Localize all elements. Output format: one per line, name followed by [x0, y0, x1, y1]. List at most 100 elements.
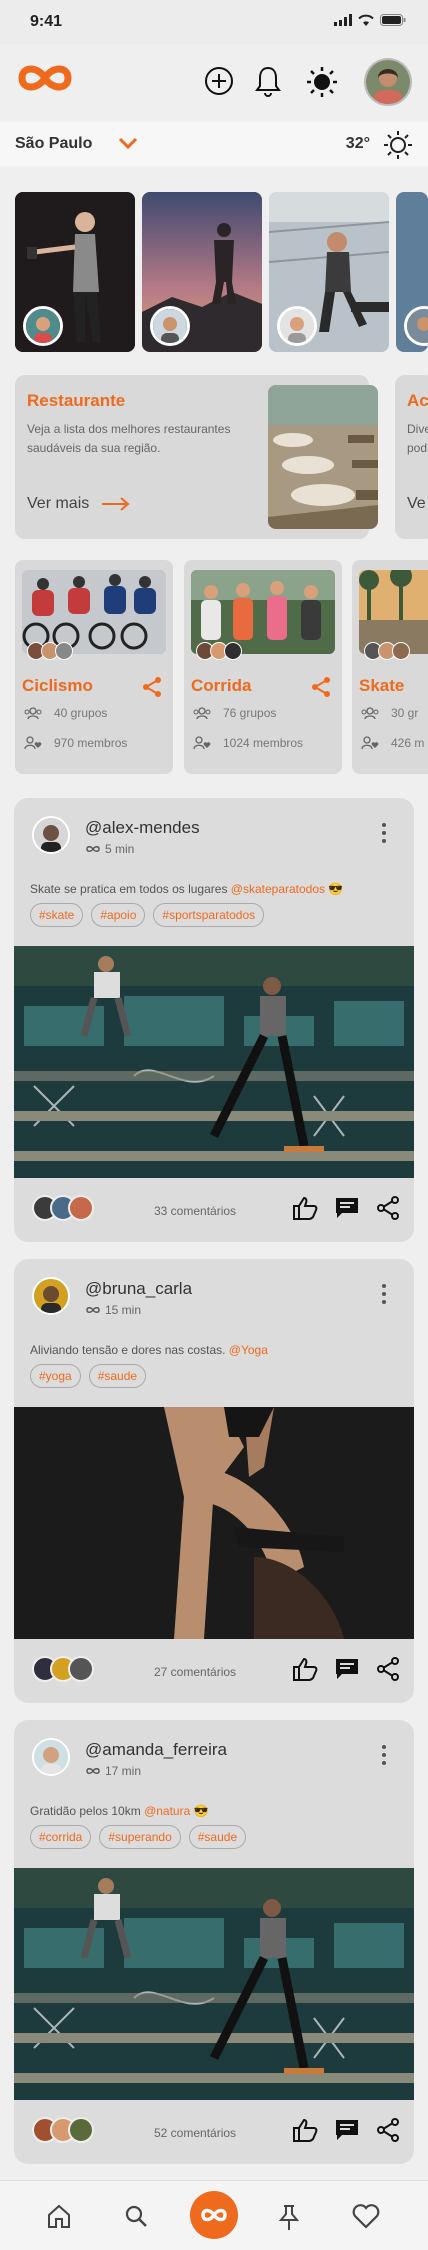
feed-post: @amanda_ferreira 17 min Gratidão pelos 1… [14, 1720, 414, 2164]
hashtag[interactable]: #corrida [30, 1825, 92, 1849]
promo-card[interactable]: Ac Dive pod Ve [395, 375, 428, 539]
home-feed-button[interactable] [190, 2191, 238, 2239]
post-photo [14, 1407, 414, 1639]
more-options-icon[interactable] [382, 823, 388, 847]
story-item[interactable] [142, 192, 262, 352]
theme-toggle-sun-icon[interactable] [306, 66, 338, 98]
hashtag[interactable]: #superando [99, 1825, 181, 1849]
heart-icon[interactable] [352, 2203, 380, 2229]
bell-icon[interactable] [254, 65, 282, 97]
caption-text: Gratidão pelos 10km [30, 1804, 145, 1818]
location-bar: São Paulo 32° [0, 122, 428, 166]
caption-mention[interactable]: @Yoga [229, 1343, 268, 1357]
post-actions [292, 1657, 400, 1681]
post-actions [292, 2118, 400, 2142]
comment-icon[interactable] [334, 1657, 360, 1681]
promo-title: Ac [407, 391, 428, 410]
post-time: 15 min [85, 1303, 141, 1317]
member-avatar [55, 642, 73, 660]
see-more-link[interactable]: Ver mais [27, 495, 131, 513]
post-author-avatar[interactable] [32, 1738, 70, 1776]
post-username[interactable]: @bruna_carla [85, 1279, 192, 1299]
sport-card-corrida[interactable]: Corrida 76 grupos 1024 membros [184, 560, 342, 774]
pin-icon[interactable] [277, 2203, 301, 2231]
comments-count[interactable]: 52 comentários [154, 2126, 236, 2140]
share-icon[interactable] [310, 676, 332, 698]
post-username[interactable]: @amanda_ferreira [85, 1740, 227, 1760]
top-app-bar [0, 44, 428, 122]
like-icon[interactable] [292, 1657, 318, 1681]
members-count-row: 970 membros [24, 736, 127, 750]
post-author-avatar[interactable] [32, 1277, 70, 1315]
comments-count[interactable]: 33 comentários [154, 1204, 236, 1218]
share-icon[interactable] [376, 1196, 400, 1220]
post-time-label: 17 min [105, 1764, 142, 1778]
story-avatar [404, 306, 428, 346]
hashtag[interactable]: #apoio [91, 903, 146, 927]
groups-count-row: 76 grupos [193, 706, 276, 720]
sport-card-skate[interactable]: Skate 30 gr 426 m [352, 560, 428, 774]
sport-image [359, 570, 428, 654]
story-item[interactable] [15, 192, 135, 352]
post-username[interactable]: @alex-mendes [85, 818, 200, 838]
group-icon [193, 707, 211, 719]
share-icon[interactable] [376, 2118, 400, 2142]
post-time: 17 min [85, 1764, 141, 1778]
liker-avatar [68, 2117, 94, 2143]
infinity-small-icon [86, 1768, 100, 1774]
liker-avatar [68, 1195, 94, 1221]
post-author-avatar[interactable] [32, 816, 70, 854]
like-icon[interactable] [292, 2118, 318, 2142]
post-caption: Gratidão pelos 10km @natura 😎 [30, 1804, 209, 1818]
story-item[interactable] [269, 192, 389, 352]
feed-post: @alex-mendes 5 min Skate se pratica em t… [14, 798, 414, 1242]
hashtag[interactable]: #saude [188, 1825, 247, 1849]
sport-image [191, 570, 335, 654]
hashtag[interactable]: #sportsparatodos [153, 903, 265, 927]
sport-title: Ciclismo [22, 676, 93, 695]
post-footer: 52 comentários [14, 2100, 414, 2164]
comment-icon[interactable] [334, 1196, 360, 1220]
city-selector[interactable]: São Paulo [15, 135, 92, 153]
comments-count[interactable]: 27 comentários [154, 1665, 236, 1679]
caption-mention[interactable]: @skateparatodos [231, 882, 325, 896]
sport-card-ciclismo[interactable]: Ciclismo 40 grupos 970 membros [15, 560, 173, 774]
group-icon [361, 707, 379, 719]
comment-icon[interactable] [334, 2118, 360, 2142]
promo-card[interactable]: Restaurante Veja a lista dos melhores re… [15, 375, 378, 539]
groups-count: 40 grupos [54, 706, 108, 720]
feed-post: @bruna_carla 15 min Aliviando tensão e d… [14, 1259, 414, 1703]
hashtag[interactable]: #skate [30, 903, 84, 927]
see-more-label: Ve [407, 495, 426, 512]
hashtag[interactable]: #yoga [30, 1364, 81, 1388]
see-more-link[interactable]: Ve [407, 495, 426, 513]
add-post-icon[interactable] [204, 66, 234, 96]
search-icon[interactable] [123, 2203, 149, 2229]
story-item[interactable] [396, 192, 428, 352]
promo-description: Dive pod [407, 422, 428, 455]
infinity-small-icon [86, 1307, 100, 1313]
infinity-small-icon [86, 846, 100, 852]
share-icon[interactable] [376, 1657, 400, 1681]
post-caption: Skate se pratica em todos os lugares @sk… [30, 882, 343, 896]
promo-title: Restaurante [27, 391, 126, 410]
restaurant-image [268, 385, 378, 529]
home-icon[interactable] [46, 2203, 72, 2229]
infinity-logo-icon[interactable] [14, 62, 76, 94]
groups-count: 76 grupos [223, 706, 277, 720]
share-icon[interactable] [141, 676, 163, 698]
infinity-icon [201, 2208, 227, 2222]
hashtag[interactable]: #saude [88, 1364, 147, 1388]
groups-count: 30 gr [391, 706, 419, 720]
groups-count-row: 40 grupos [24, 706, 107, 720]
members-count-row: 1024 membros [193, 736, 303, 750]
profile-avatar[interactable] [364, 58, 412, 106]
more-options-icon[interactable] [382, 1745, 388, 1769]
sport-image [22, 570, 166, 654]
caption-emoji: 😎 [328, 882, 344, 896]
like-icon[interactable] [292, 1196, 318, 1220]
chevron-down-icon[interactable] [118, 136, 138, 150]
promo-description: Veja a lista dos melhores restaurantes s… [27, 422, 231, 455]
caption-mention[interactable]: @natura [144, 1804, 190, 1818]
more-options-icon[interactable] [382, 1284, 388, 1308]
